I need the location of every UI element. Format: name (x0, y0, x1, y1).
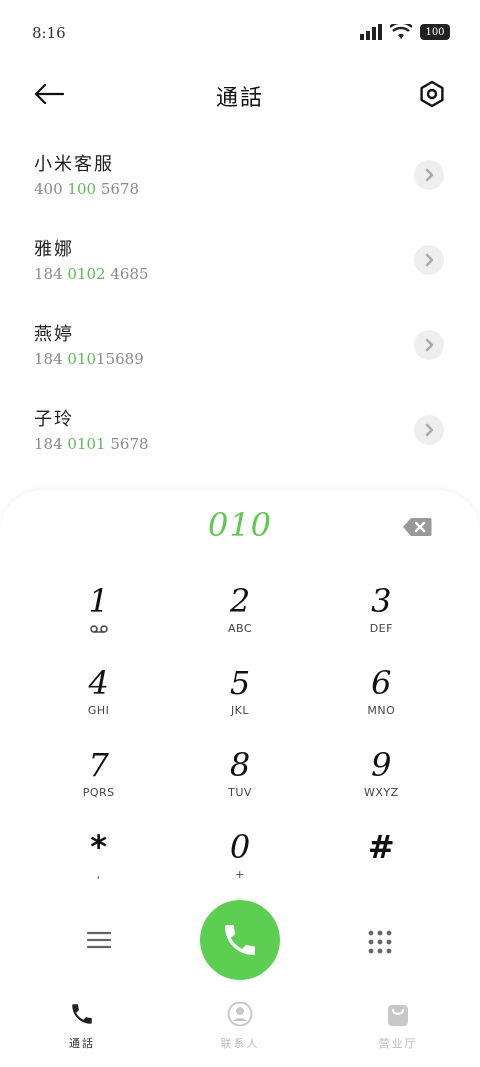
voicemail-icon (89, 625, 108, 633)
key-letters: PQRS (82, 786, 115, 799)
phone-icon (225, 925, 255, 955)
nav-tab-contacts[interactable]: 联系人 (190, 1001, 290, 1057)
nav-label: 营业厅 (378, 1037, 418, 1050)
nav-tab-calls[interactable]: 通話 (32, 1001, 132, 1057)
battery-indicator: 100 (420, 24, 450, 40)
bottom-nav: 通話 联系人 营业厅 (0, 995, 480, 1067)
key-8[interactable]: 8 TUV (169, 746, 310, 810)
dial-actions (0, 900, 480, 980)
nav-label: 通話 (69, 1037, 95, 1050)
signal-icon (360, 24, 382, 40)
menu-button[interactable] (82, 928, 116, 952)
key-letters: DEF (369, 622, 393, 635)
chevron-right-icon (425, 168, 434, 182)
key-letters: ABC (227, 622, 253, 635)
key-letters: JKL (230, 704, 250, 717)
keypad-toggle-button[interactable] (364, 926, 396, 958)
dialpad-icon (368, 930, 392, 954)
contact-icon (227, 1001, 253, 1027)
key-2[interactable]: 2 ABC (169, 582, 310, 646)
key-6[interactable]: 6 MNO (311, 664, 452, 728)
status-time: 8:16 (32, 24, 66, 42)
contact-detail-button[interactable] (414, 415, 444, 445)
key-digit: # (367, 828, 395, 866)
contact-row[interactable]: 燕婷 184 01015689 (0, 310, 480, 395)
call-button[interactable] (200, 900, 280, 980)
chevron-right-icon (425, 423, 434, 437)
key-digit: 6 (371, 664, 392, 702)
header: 通話 (0, 68, 480, 120)
keypad: 1 2 ABC 3 DEF 4 GHI 5 JKL 6 MNO 7 PQRS 8… (28, 582, 452, 892)
status-bar: 8:16 100 (0, 0, 480, 68)
key-star[interactable]: * , (28, 828, 169, 892)
menu-icon (87, 931, 111, 949)
key-digit: * (90, 828, 108, 866)
contact-name: 雅娜 (34, 239, 74, 260)
bag-icon (388, 1005, 408, 1026)
nav-label: 联系人 (220, 1037, 260, 1050)
contact-row[interactable]: 子玲 184 0101 5678 (0, 395, 480, 480)
key-letters: MNO (367, 704, 396, 717)
key-letters: WXYZ (363, 786, 399, 799)
gear-icon (420, 80, 444, 108)
dialer-panel: 010 1 2 ABC 3 DEF 4 GHI 5 JKL 6 MNO 7 PQ… (0, 490, 480, 1067)
key-0[interactable]: 0 + (169, 828, 310, 892)
key-letters: TUV (228, 786, 252, 799)
backspace-icon (403, 518, 432, 536)
contact-number: 400 100 5678 (34, 180, 139, 198)
contact-row[interactable]: 雅娜 184 0102 4685 (0, 225, 480, 310)
page-title: 通話 (215, 86, 264, 111)
key-4[interactable]: 4 GHI (28, 664, 169, 728)
contact-name: 小米客服 (34, 154, 114, 175)
nav-tab-service-hall[interactable]: 营业厅 (348, 1001, 448, 1057)
key-digit: 9 (371, 746, 392, 784)
status-icons: 100 (360, 24, 450, 40)
key-9[interactable]: 9 WXYZ (311, 746, 452, 810)
contact-number: 184 0101 5678 (34, 435, 149, 453)
contact-number: 184 01015689 (34, 350, 144, 368)
contact-suggestions: 小米客服 400 100 5678 雅娜 184 0102 4685 燕婷 18… (0, 140, 480, 480)
contact-name: 燕婷 (34, 324, 74, 345)
key-letters: + (235, 868, 245, 881)
key-digit: 3 (371, 582, 392, 620)
key-digit: 7 (88, 746, 109, 784)
contact-row[interactable]: 小米客服 400 100 5678 (0, 140, 480, 225)
key-5[interactable]: 5 JKL (169, 664, 310, 728)
key-digit: 8 (229, 746, 251, 784)
contact-detail-button[interactable] (414, 245, 444, 275)
key-3[interactable]: 3 DEF (311, 582, 452, 646)
contact-detail-button[interactable] (414, 160, 444, 190)
key-digit: 2 (229, 582, 251, 620)
key-digit: 0 (229, 828, 251, 866)
key-digit: 1 (88, 582, 109, 620)
contact-number: 184 0102 4685 (34, 265, 149, 283)
phone-icon (72, 1004, 92, 1024)
contact-name: 子玲 (34, 409, 74, 430)
contact-detail-button[interactable] (414, 330, 444, 360)
backspace-button[interactable] (402, 516, 432, 538)
key-7[interactable]: 7 PQRS (28, 746, 169, 810)
key-letters: , (96, 868, 101, 881)
chevron-right-icon (425, 253, 434, 267)
key-letters: GHI (87, 704, 110, 717)
settings-button[interactable] (416, 78, 448, 110)
chevron-right-icon (425, 338, 434, 352)
key-1[interactable]: 1 (28, 582, 169, 646)
wifi-icon (390, 24, 412, 39)
key-hash[interactable]: # (311, 828, 452, 892)
key-digit: 4 (88, 664, 109, 702)
key-digit: 5 (229, 664, 251, 702)
